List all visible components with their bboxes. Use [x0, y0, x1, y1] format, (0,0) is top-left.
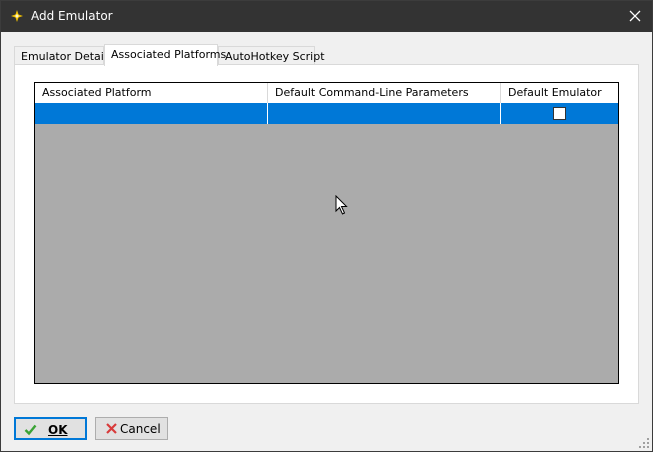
column-header-associated-platform[interactable]: Associated Platform [35, 83, 268, 103]
grid-header: Associated Platform Default Command-Line… [35, 83, 618, 103]
table-row[interactable] [35, 103, 618, 124]
tab-label: Emulator Details [21, 50, 113, 63]
default-emulator-checkbox[interactable] [553, 107, 566, 120]
cell-associated-platform[interactable] [35, 103, 268, 124]
title-bar[interactable]: Add Emulator [1, 1, 652, 32]
mouse-pointer-icon [335, 195, 348, 215]
tab-label: AutoHotkey Script [225, 50, 325, 63]
ok-button[interactable]: OK [14, 417, 87, 440]
cancel-button-label: Cancel [120, 422, 161, 436]
associated-platforms-panel: Associated Platform Default Command-Line… [14, 64, 639, 404]
cell-default-emulator[interactable] [501, 103, 618, 124]
tab-label: Associated Platforms [111, 48, 227, 61]
cell-command-line-parameters[interactable] [268, 103, 501, 124]
resize-grip-icon[interactable] [638, 437, 650, 449]
checkmark-icon [24, 424, 37, 436]
tab-autohotkey-script[interactable]: AutoHotkey Script [218, 46, 325, 66]
cancel-button[interactable]: Cancel [95, 417, 168, 440]
ok-button-label: OK [48, 423, 68, 437]
close-icon[interactable] [626, 7, 644, 25]
window-title: Add Emulator [31, 9, 113, 23]
platforms-grid[interactable]: Associated Platform Default Command-Line… [34, 82, 619, 384]
column-header-command-line-parameters[interactable]: Default Command-Line Parameters [268, 83, 501, 103]
cancel-x-icon [106, 423, 117, 434]
tab-emulator-details[interactable]: Emulator Details [14, 46, 113, 66]
column-header-default-emulator[interactable]: Default Emulator [501, 83, 618, 103]
add-emulator-dialog: Add Emulator Emulator Details Associated… [0, 0, 653, 452]
tab-associated-platforms[interactable]: Associated Platforms [104, 44, 226, 66]
app-icon [11, 10, 23, 22]
